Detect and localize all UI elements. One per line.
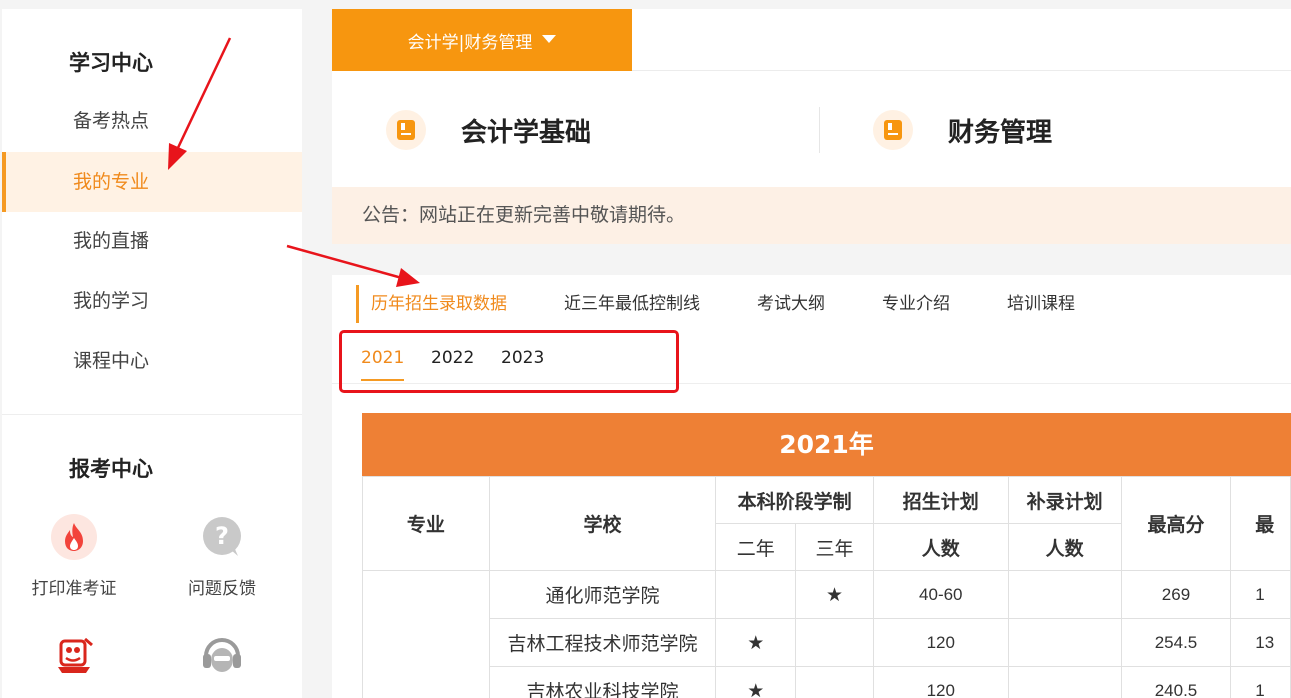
sidebar-divider (2, 414, 302, 415)
year-tab-2022[interactable]: 2022 (431, 345, 501, 383)
header-plan-count: 人数 (872, 523, 1009, 571)
tab-min-control-line[interactable]: 近三年最低控制线 (564, 285, 700, 323)
tab-exam-syllabus[interactable]: 考试大纲 (757, 285, 825, 323)
course-financial-management-label: 财务管理 (948, 117, 1053, 148)
book-icon (386, 110, 426, 150)
study-center-title: 学习中心 (69, 51, 153, 75)
year-tab-2023[interactable]: 2023 (501, 345, 571, 383)
major-cell (362, 570, 490, 698)
admission-data-table: 专业 学校 本科阶段学制 招生计划 补录计划 最高分 最 二年 三年 人数 人数… (362, 476, 1291, 698)
svg-text:?: ? (215, 522, 229, 550)
header-enrollment-plan: 招生计划 (872, 476, 1009, 524)
three-year-cell (795, 618, 874, 667)
year-tab-2021[interactable]: 2021 (361, 345, 431, 383)
min-score-cell: 13 (1230, 618, 1291, 667)
section-gap (332, 244, 1291, 275)
tab-training-courses[interactable]: 培训课程 (1007, 285, 1075, 323)
three-year-cell: ★ (795, 570, 874, 619)
print-admission-ticket-button[interactable]: 打印准考证 (9, 514, 139, 599)
header-supplement-count: 人数 (1007, 523, 1122, 571)
sidebar: 学习中心 备考热点 我的专业 我的直播 我的学习 课程中心 报考中心 打印准考证… (2, 9, 302, 698)
notice-banner: 公告：网站正在更新完善中敬请期待。 (332, 187, 1291, 244)
admission-table: 2021年 专业 学校 本科阶段学制 招生计划 补录计划 最高分 最 二年 三年… (362, 413, 1291, 698)
max-score-cell: 254.5 (1120, 618, 1232, 667)
tab-admission-data[interactable]: 历年招生录取数据 (356, 285, 507, 323)
feedback-button[interactable]: ? 问题反馈 (157, 514, 287, 599)
two-year-cell: ★ (715, 618, 797, 667)
table-title: 2021年 (362, 413, 1291, 476)
two-year-cell: ★ (715, 666, 797, 698)
year-tabs: 2021 2022 2023 (361, 345, 571, 383)
school-cell: 通化师范学院 (488, 570, 717, 619)
supplement-cell (1007, 666, 1122, 698)
header-divider (632, 70, 1291, 71)
table-row: 吉林农业科技学院 ★ 120 240.5 1 (363, 666, 1291, 698)
sidebar-item-my-live[interactable]: 我的直播 (2, 211, 302, 271)
caret-down-icon (542, 35, 557, 43)
course-financial-management[interactable]: 财务管理 (873, 107, 1052, 153)
header-min-score: 最 (1230, 476, 1291, 571)
feedback-label: 问题反馈 (188, 579, 256, 599)
two-year-cell (715, 570, 797, 619)
fire-icon (51, 514, 97, 560)
three-year-cell (795, 666, 874, 698)
max-score-cell: 269 (1120, 570, 1232, 619)
major-selector-button[interactable]: 会计学|财务管理 (332, 9, 632, 71)
header-three-year: 三年 (795, 523, 874, 571)
sidebar-item-my-major[interactable]: 我的专业 (2, 152, 302, 212)
supplement-cell (1007, 618, 1122, 667)
sidebar-item-my-study[interactable]: 我的学习 (2, 271, 302, 331)
book-icon (873, 110, 913, 150)
sidebar-item-hot-topics[interactable]: 备考热点 (2, 91, 302, 151)
question-icon: ? (199, 514, 245, 560)
tab-major-intro[interactable]: 专业介绍 (882, 285, 950, 323)
sidebar-item-course-center[interactable]: 课程中心 (2, 331, 302, 391)
school-cell: 吉林农业科技学院 (488, 666, 717, 698)
exam-center-title: 报考中心 (69, 457, 153, 481)
course-accounting-basics[interactable]: 会计学基础 (386, 107, 591, 153)
plan-cell: 120 (872, 666, 1009, 698)
course-separator (819, 107, 820, 153)
content-tabs: 历年招生录取数据 近三年最低控制线 考试大纲 专业介绍 培训课程 (356, 285, 1075, 323)
stamp-icon (51, 632, 97, 678)
plan-cell: 40-60 (872, 570, 1009, 619)
min-score-cell: 1 (1230, 666, 1291, 698)
header-two-year: 二年 (715, 523, 797, 571)
header-supplement-plan: 补录计划 (1007, 476, 1122, 524)
print-admission-ticket-label: 打印准考证 (31, 579, 117, 599)
school-cell: 吉林工程技术师范学院 (488, 618, 717, 667)
headset-icon (199, 632, 245, 678)
major-selector-label: 会计学|财务管理 (407, 32, 533, 53)
course-accounting-basics-label: 会计学基础 (461, 117, 592, 148)
stamp-tool-button[interactable] (9, 632, 139, 678)
min-score-cell: 1 (1230, 570, 1291, 619)
supplement-cell (1007, 570, 1122, 619)
max-score-cell: 240.5 (1120, 666, 1232, 698)
plan-cell: 120 (872, 618, 1009, 667)
header-school: 学校 (488, 476, 717, 571)
table-row: 通化师范学院 ★ 40-60 269 1 (362, 570, 1291, 698)
year-tabs-divider (332, 383, 1291, 384)
customer-service-button[interactable] (157, 632, 287, 678)
header-study-system: 本科阶段学制 (715, 476, 874, 524)
table-row: 吉林工程技术师范学院 ★ 120 254.5 13 (363, 618, 1291, 667)
header-max-score: 最高分 (1120, 476, 1232, 571)
header-major: 专业 (362, 476, 490, 571)
